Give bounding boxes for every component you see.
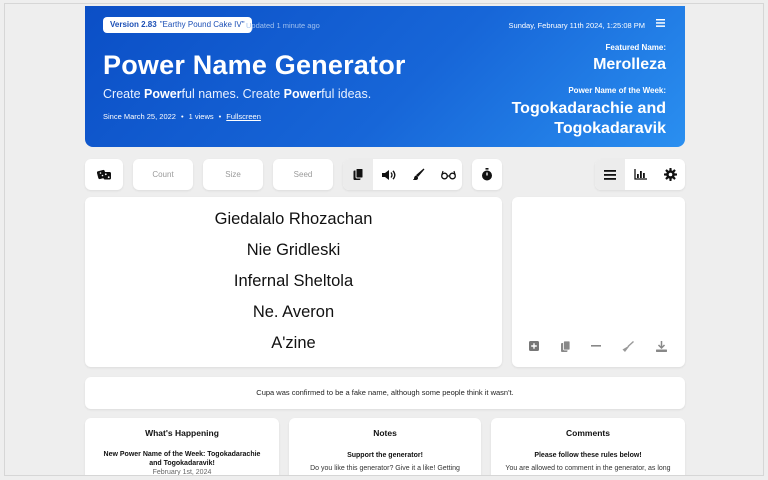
names-panel: Giedalalo Rhozachan Nie Gridleski Infern… bbox=[85, 197, 502, 367]
plus-square-icon[interactable] bbox=[526, 338, 542, 354]
copy-icon[interactable] bbox=[557, 338, 573, 354]
minus-icon[interactable] bbox=[588, 338, 604, 354]
page-subtitle: Create Powerful names. Create Powerful i… bbox=[103, 87, 372, 101]
card-title: What's Happening bbox=[145, 428, 219, 438]
count-input[interactable] bbox=[133, 159, 193, 190]
dice-icon bbox=[89, 159, 119, 190]
version-badge[interactable]: Version 2.83 "Earthy Pound Cake IV" bbox=[103, 17, 252, 33]
glasses-icon bbox=[440, 170, 456, 179]
speaker-icon bbox=[381, 169, 395, 180]
bar-chart-icon bbox=[633, 169, 647, 180]
updated-text: Updated 1 minute ago bbox=[246, 21, 320, 30]
glasses-button[interactable] bbox=[433, 159, 462, 190]
hamburger-icon[interactable] bbox=[656, 19, 665, 30]
featured-name[interactable]: Merolleza bbox=[593, 56, 666, 74]
view-group bbox=[595, 159, 685, 190]
version-number: Version 2.83 bbox=[110, 20, 157, 29]
name-item[interactable]: Giedalalo Rhozachan bbox=[85, 210, 502, 229]
whats-happening-card: What's Happening New Power Name of the W… bbox=[85, 418, 279, 476]
seed-input[interactable] bbox=[273, 159, 333, 190]
hero-meta: Since March 25, 2022 • 1 views • Fullscreen bbox=[103, 112, 261, 121]
hero-header: Version 2.83 "Earthy Pound Cake IV" Updat… bbox=[85, 6, 685, 147]
download-icon[interactable] bbox=[653, 338, 669, 354]
name-item[interactable]: Infernal Sheltola bbox=[85, 272, 502, 291]
name-item[interactable]: Nie Gridleski bbox=[85, 241, 502, 260]
saved-names-panel bbox=[512, 197, 685, 367]
stopwatch-icon bbox=[472, 159, 502, 190]
version-name: "Earthy Pound Cake IV" bbox=[159, 20, 245, 29]
broom-icon[interactable] bbox=[620, 338, 636, 354]
copy-icon bbox=[353, 168, 363, 180]
card-title: Comments bbox=[566, 428, 610, 438]
randomize-button[interactable] bbox=[85, 159, 123, 190]
settings-button[interactable] bbox=[655, 159, 685, 190]
views-count: 1 views bbox=[188, 112, 214, 121]
card-text: You are allowed to comment in the genera… bbox=[505, 465, 671, 472]
card-text: Do you like this generator? Give it a li… bbox=[310, 465, 460, 472]
stats-button[interactable] bbox=[625, 159, 655, 190]
copy-button[interactable] bbox=[343, 159, 373, 190]
name-item[interactable]: Ne. Averon bbox=[85, 303, 502, 322]
timer-button[interactable] bbox=[472, 159, 502, 190]
fact-banner: Cupa was confirmed to be a fake name, al… bbox=[85, 377, 685, 409]
paint-button[interactable] bbox=[403, 159, 433, 190]
week-name[interactable]: Togokadarachie and Togokadaravik bbox=[466, 99, 666, 139]
size-input[interactable] bbox=[203, 159, 263, 190]
brush-icon bbox=[412, 168, 424, 180]
card-headline: New Power Name of the Week: Togokadarach… bbox=[103, 451, 261, 467]
since-date: Since March 25, 2022 bbox=[103, 112, 176, 121]
week-label: Power Name of the Week: bbox=[568, 86, 666, 95]
page-title: Power Name Generator bbox=[103, 50, 406, 80]
list-icon bbox=[604, 169, 616, 180]
featured-label: Featured Name: bbox=[605, 43, 666, 52]
comments-card: Comments Please follow these rules below… bbox=[491, 418, 685, 475]
gear-icon bbox=[663, 168, 677, 181]
notes-card: Notes Support the generator! Do you like… bbox=[289, 418, 481, 475]
fullscreen-link[interactable]: Fullscreen bbox=[226, 112, 261, 121]
name-item[interactable]: A'zine bbox=[85, 334, 502, 353]
card-headline: Support the generator! bbox=[347, 452, 423, 459]
page-frame: Version 2.83 "Earthy Pound Cake IV" Updat… bbox=[4, 3, 764, 476]
current-date: Sunday, February 11th 2024, 1:25:08 PM bbox=[508, 21, 645, 30]
card-headline: Please follow these rules below! bbox=[534, 452, 642, 459]
card-text: February 1st, 2024 bbox=[152, 469, 212, 476]
card-title: Notes bbox=[373, 428, 397, 438]
action-group bbox=[343, 159, 462, 190]
list-view-button[interactable] bbox=[595, 159, 625, 190]
speak-button[interactable] bbox=[373, 159, 403, 190]
